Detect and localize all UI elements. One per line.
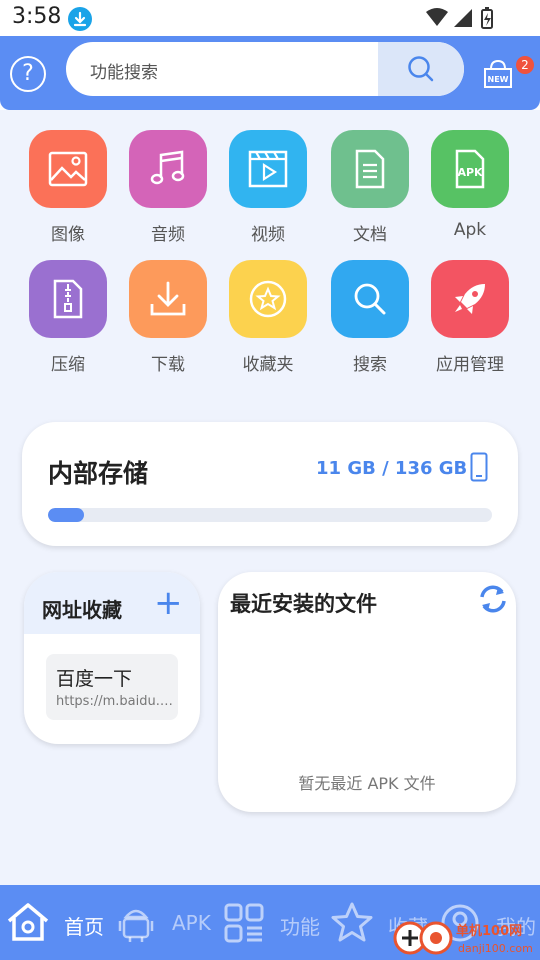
category-label: 图像 <box>51 225 85 245</box>
phone-icon <box>470 452 488 482</box>
download-icon <box>150 281 186 316</box>
status-bar: 3:58 <box>0 0 540 36</box>
star-icon <box>331 902 373 942</box>
category-label: 收藏夹 <box>242 355 294 375</box>
status-time: 3:58 <box>12 4 62 29</box>
search-bar[interactable]: 功能搜索 <box>66 42 464 96</box>
help-button[interactable]: ? <box>10 56 46 92</box>
new-apps-icon[interactable]: NEW <box>482 58 514 90</box>
download-notification-icon <box>68 7 92 31</box>
category-video[interactable]: 视频 <box>228 130 308 245</box>
recent-installs-card: 最近安装的文件 暂无最近 APK 文件 <box>218 572 516 812</box>
category-app-manager[interactable]: 应用管理 <box>430 260 510 375</box>
star-icon <box>249 280 287 318</box>
storage-progress-bar <box>48 508 492 522</box>
music-icon <box>150 150 185 185</box>
category-label: Apk <box>453 220 487 240</box>
home-icon <box>7 903 49 941</box>
storage-progress-fill <box>48 508 84 522</box>
apk-icon: APK <box>455 149 485 189</box>
watermark-text: 单机100网 <box>456 924 523 939</box>
notification-badge: 2 <box>516 56 534 74</box>
rocket-icon <box>455 284 485 314</box>
svg-text:APK: APK <box>457 166 483 179</box>
main-content: 图像 音频 视频 文档 APK Apk 压缩 下载 收藏夹 搜索 应用管理 内部… <box>0 110 540 885</box>
watermark: 单机100网 danji100.com <box>392 918 533 960</box>
storage-size: 11 GB / 136 GB <box>316 458 468 479</box>
video-icon <box>248 150 288 188</box>
category-document[interactable]: 文档 <box>330 130 410 245</box>
internal-storage-card[interactable]: 内部存储 11 GB / 136 GB <box>22 422 518 546</box>
android-icon <box>118 909 154 942</box>
category-audio[interactable]: 音频 <box>128 130 208 245</box>
nav-label: 首页 <box>64 915 104 939</box>
category-label: 文档 <box>353 225 387 245</box>
refresh-icon[interactable] <box>476 582 510 616</box>
category-label: 音频 <box>151 225 185 245</box>
storage-title: 内部存储 <box>48 459 149 488</box>
category-favorites[interactable]: 收藏夹 <box>228 260 308 375</box>
recent-installs-title: 最近安装的文件 <box>230 592 377 616</box>
category-label: 视频 <box>251 225 285 245</box>
category-apk[interactable]: APK Apk <box>430 130 510 240</box>
bookmark-name: 百度一下 <box>56 668 133 690</box>
bookmark-item[interactable]: 百度一下 https://m.baidu.com <box>46 654 178 720</box>
category-archive[interactable]: 压缩 <box>28 260 108 375</box>
system-status-icons <box>426 7 493 29</box>
recent-installs-empty-text: 暂无最近 APK 文件 <box>298 774 436 793</box>
category-image-tile <box>29 130 107 208</box>
nav-functions[interactable]: 功能 <box>220 885 328 960</box>
bookmark-url: https://m.baidu.com <box>56 694 174 709</box>
grid-icon <box>224 903 264 943</box>
watermark-logo <box>393 921 453 955</box>
bookmarks-title: 网址收藏 <box>42 598 122 622</box>
watermark-url: danji100.com <box>458 942 533 955</box>
top-header: ? 功能搜索 NEW 2 <box>0 36 540 110</box>
nav-label: APK <box>172 911 211 935</box>
category-label: 应用管理 <box>436 355 504 375</box>
category-label: 下载 <box>151 355 185 375</box>
archive-icon <box>53 279 83 319</box>
nav-apk[interactable]: APK <box>112 885 220 960</box>
image-icon <box>48 151 88 187</box>
category-search[interactable]: 搜索 <box>330 260 410 375</box>
category-image[interactable]: 图像 <box>28 130 108 245</box>
category-download[interactable]: 下载 <box>128 260 208 375</box>
search-input[interactable]: 功能搜索 <box>90 58 158 83</box>
nav-home[interactable]: 首页 <box>0 885 112 960</box>
bookmarks-card: 网址收藏 + 百度一下 https://m.baidu.com <box>24 572 200 744</box>
bookmarks-header: 网址收藏 + <box>24 572 200 634</box>
document-icon <box>355 149 385 189</box>
category-label: 搜索 <box>353 355 387 375</box>
new-label: NEW <box>488 75 509 84</box>
category-label: 压缩 <box>51 355 85 375</box>
search-button[interactable] <box>378 42 464 96</box>
search-icon <box>354 283 386 315</box>
search-icon <box>408 56 434 82</box>
nav-label: 功能 <box>280 915 320 939</box>
add-bookmark-button[interactable]: + <box>154 586 183 620</box>
